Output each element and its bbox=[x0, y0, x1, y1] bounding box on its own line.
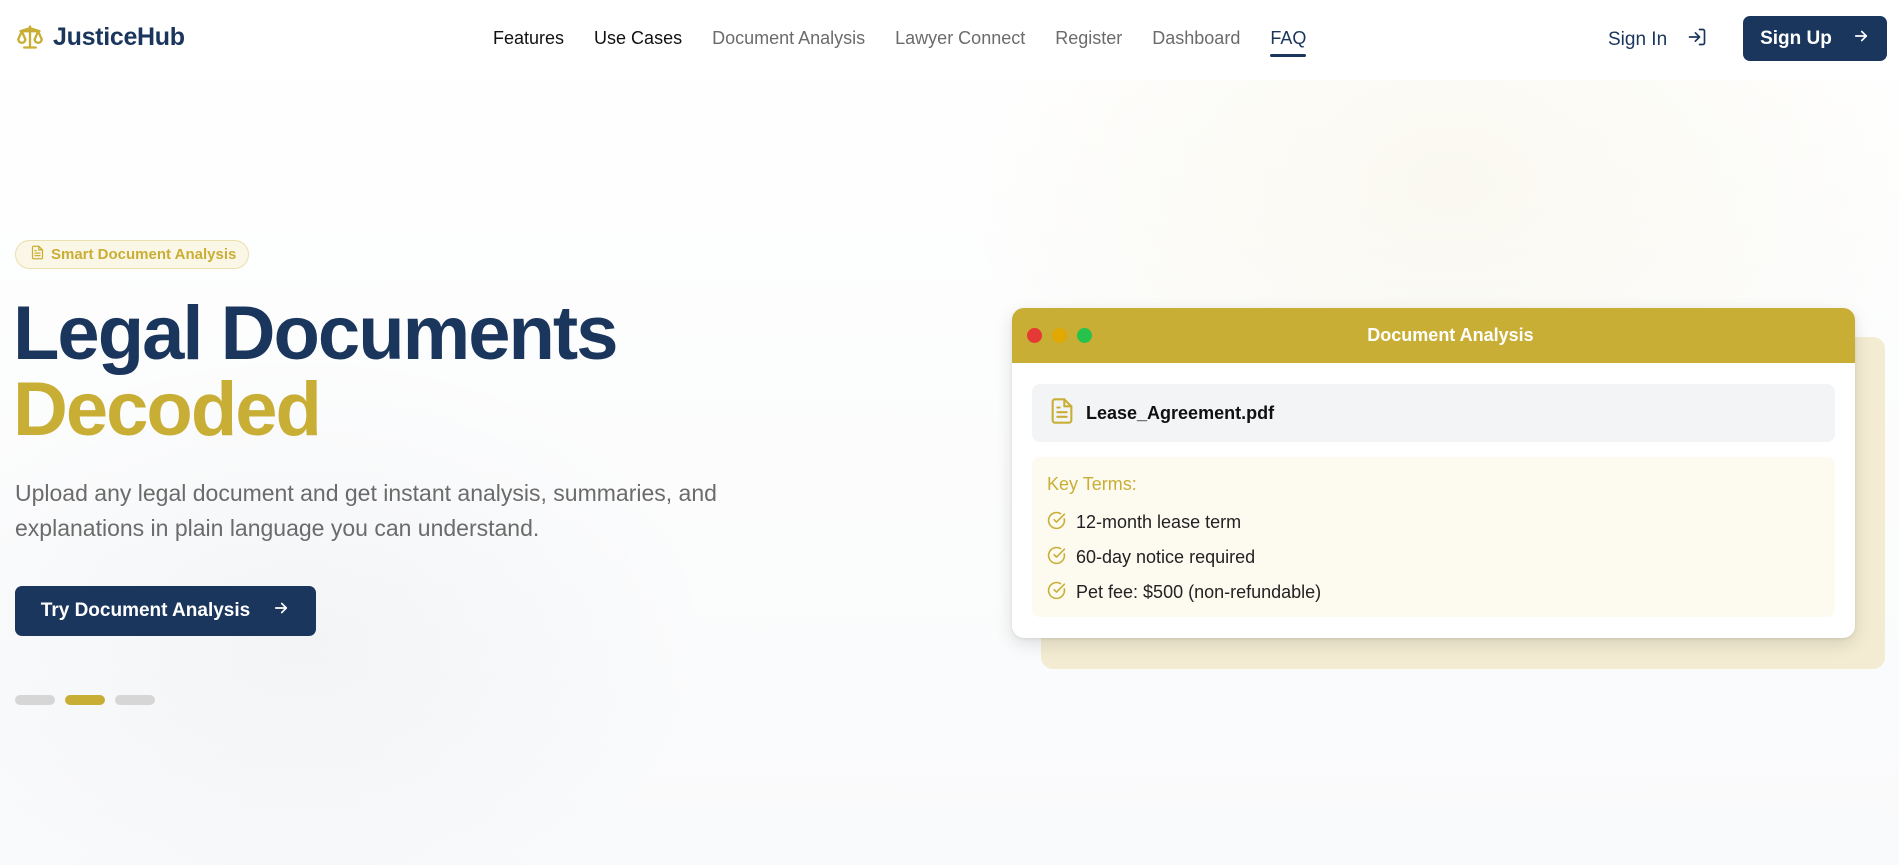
key-term-text: 60-day notice required bbox=[1076, 547, 1256, 567]
carousel-dot-3[interactable] bbox=[115, 695, 155, 705]
sign-in-button[interactable]: Sign In bbox=[1608, 27, 1707, 53]
key-term-item: 12-month lease term bbox=[1047, 505, 1820, 540]
minimize-dot-icon bbox=[1052, 328, 1067, 343]
main-nav: Features Use Cases Document Analysis Law… bbox=[493, 28, 1336, 57]
document-icon bbox=[30, 245, 45, 264]
arrow-right-icon bbox=[1852, 27, 1870, 51]
brand-name: JusticeHub bbox=[53, 22, 185, 51]
sign-in-label: Sign In bbox=[1608, 29, 1668, 50]
scales-icon bbox=[15, 22, 45, 52]
card-title: Document Analysis bbox=[1367, 325, 1534, 345]
check-circle-icon bbox=[1047, 546, 1066, 570]
document-analysis-card: Document Analysis Lease_Agreement.pdf Ke… bbox=[1012, 308, 1855, 638]
file-row: Lease_Agreement.pdf bbox=[1032, 384, 1835, 442]
try-document-analysis-button[interactable]: Try Document Analysis bbox=[15, 586, 316, 636]
nav-link-lawyer-connect[interactable]: Lawyer Connect bbox=[895, 28, 1025, 49]
key-term-item: 60-day notice required bbox=[1047, 540, 1820, 575]
carousel-dot-1[interactable] bbox=[15, 695, 55, 705]
arrow-right-icon bbox=[272, 599, 290, 623]
hero-section: Smart Document Analysis Legal Documents … bbox=[0, 80, 1899, 865]
maximize-dot-icon bbox=[1077, 328, 1092, 343]
log-in-icon bbox=[1687, 27, 1707, 53]
carousel-indicators bbox=[15, 695, 155, 705]
hero-headline: Legal Documents Decoded bbox=[13, 291, 618, 452]
file-name: Lease_Agreement.pdf bbox=[1086, 402, 1275, 423]
nav-link-document-analysis[interactable]: Document Analysis bbox=[712, 28, 865, 49]
hero-subtext: Upload any legal document and get instan… bbox=[15, 480, 717, 541]
sign-up-button[interactable]: Sign Up bbox=[1743, 16, 1887, 61]
nav-link-dashboard[interactable]: Dashboard bbox=[1152, 28, 1240, 49]
brand-logo[interactable]: JusticeHub bbox=[15, 22, 185, 52]
nav-link-features[interactable]: Features bbox=[493, 28, 564, 49]
key-term-item: Pet fee: $500 (non-refundable) bbox=[1047, 575, 1820, 610]
nav-link-register[interactable]: Register bbox=[1055, 28, 1122, 49]
sign-up-label: Sign Up bbox=[1760, 27, 1832, 49]
carousel-dot-2[interactable] bbox=[65, 695, 105, 705]
cta-label: Try Document Analysis bbox=[40, 600, 251, 621]
card-header: Document Analysis bbox=[1012, 308, 1855, 363]
file-icon bbox=[1048, 396, 1076, 431]
feature-badge: Smart Document Analysis bbox=[15, 240, 250, 269]
headline-line-2: Decoded bbox=[13, 367, 322, 452]
close-dot-icon bbox=[1027, 328, 1042, 343]
top-navbar: JusticeHub Features Use Cases Document A… bbox=[0, 0, 1899, 80]
nav-link-faq[interactable]: FAQ bbox=[1270, 28, 1307, 57]
headline-line-1: Legal Documents bbox=[13, 291, 618, 376]
badge-label: Smart Document Analysis bbox=[51, 246, 237, 263]
check-circle-icon bbox=[1047, 581, 1066, 605]
key-terms-title: Key Terms: bbox=[1047, 474, 1137, 494]
window-controls bbox=[1027, 328, 1092, 343]
nav-link-use-cases[interactable]: Use Cases bbox=[594, 28, 682, 49]
key-term-text: 12-month lease term bbox=[1076, 512, 1242, 532]
key-term-text: Pet fee: $500 (non-refundable) bbox=[1076, 582, 1322, 602]
check-circle-icon bbox=[1047, 511, 1066, 535]
key-terms-box: Key Terms: 12-month lease term 60-day no… bbox=[1032, 457, 1835, 617]
